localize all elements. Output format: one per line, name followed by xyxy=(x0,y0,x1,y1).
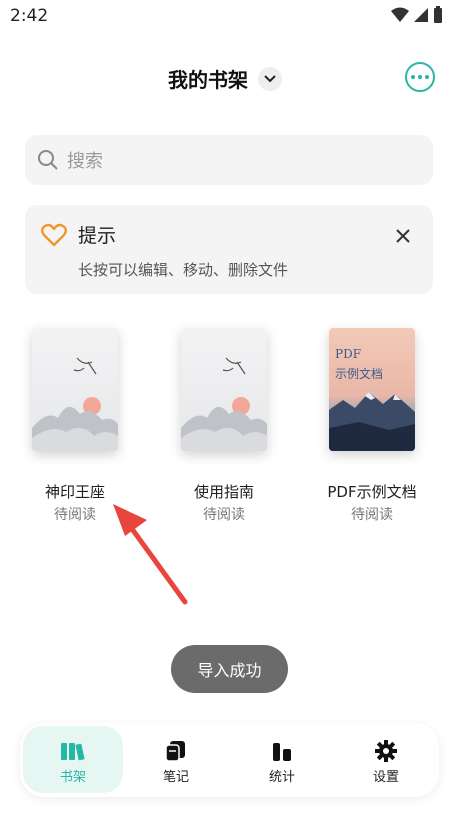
more-icon-dot xyxy=(418,75,422,79)
annotation-arrow xyxy=(113,504,188,605)
book-item[interactable]: PDF 示例文档 PDF示例文档 待阅读 xyxy=(297,328,447,524)
nav-label: 书架 xyxy=(59,770,86,785)
book-cover[interactable] xyxy=(32,328,118,451)
nav-item-settings[interactable]: 设置 xyxy=(336,726,436,793)
toast-message: 导入成功 xyxy=(171,645,288,693)
heart-icon xyxy=(41,223,67,247)
landscape-cover-art xyxy=(181,357,267,451)
nav-item-notes[interactable]: 笔记 xyxy=(126,726,226,793)
status-time: 2:42 xyxy=(10,6,49,26)
search-input[interactable]: 搜索 xyxy=(25,135,433,185)
search-icon xyxy=(38,150,58,170)
title-switcher[interactable]: 我的书架 xyxy=(168,64,282,93)
mountain-cover-art xyxy=(329,392,415,451)
book-item[interactable]: 神印王座 待阅读 xyxy=(0,328,150,524)
nav-label: 设置 xyxy=(372,770,399,785)
search-placeholder: 搜索 xyxy=(67,151,103,172)
nav-item-stats[interactable]: 统计 xyxy=(232,726,332,793)
chevron-down-icon[interactable] xyxy=(258,66,282,91)
signal-icon xyxy=(414,8,428,22)
nav-item-bookshelf[interactable]: 书架 xyxy=(23,726,123,793)
book-item[interactable]: 使用指南 待阅读 xyxy=(149,328,299,524)
tip-text: 长按可以编辑、移动、删除文件 xyxy=(78,261,289,279)
bookshelf-icon xyxy=(60,740,86,762)
bottom-nav: 书架 笔记 统计 设置 xyxy=(20,723,439,797)
close-icon[interactable] xyxy=(391,224,415,248)
nav-label: 统计 xyxy=(268,770,295,785)
battery-icon xyxy=(434,6,442,23)
stats-icon xyxy=(271,740,293,762)
notes-icon xyxy=(165,740,187,762)
gear-icon xyxy=(375,740,397,762)
more-icon-dot xyxy=(425,75,429,79)
status-icons xyxy=(391,6,443,24)
wifi-icon xyxy=(391,7,409,22)
header: 我的书架 xyxy=(0,58,459,98)
tip-card: 提示 长按可以编辑、移动、删除文件 xyxy=(25,205,433,294)
book-status: 待阅读 xyxy=(351,507,393,523)
more-icon-dot xyxy=(411,75,415,79)
status-bar: 2:42 xyxy=(0,0,459,32)
book-title: PDF示例文档 xyxy=(327,483,417,501)
nav-label: 笔记 xyxy=(162,770,189,785)
landscape-cover-art xyxy=(32,357,118,451)
book-cover[interactable] xyxy=(181,328,267,451)
tip-title: 提示 xyxy=(78,225,117,247)
book-cover[interactable]: PDF 示例文档 xyxy=(329,328,415,451)
page-title: 我的书架 xyxy=(168,68,248,92)
more-options-button[interactable] xyxy=(405,62,435,92)
